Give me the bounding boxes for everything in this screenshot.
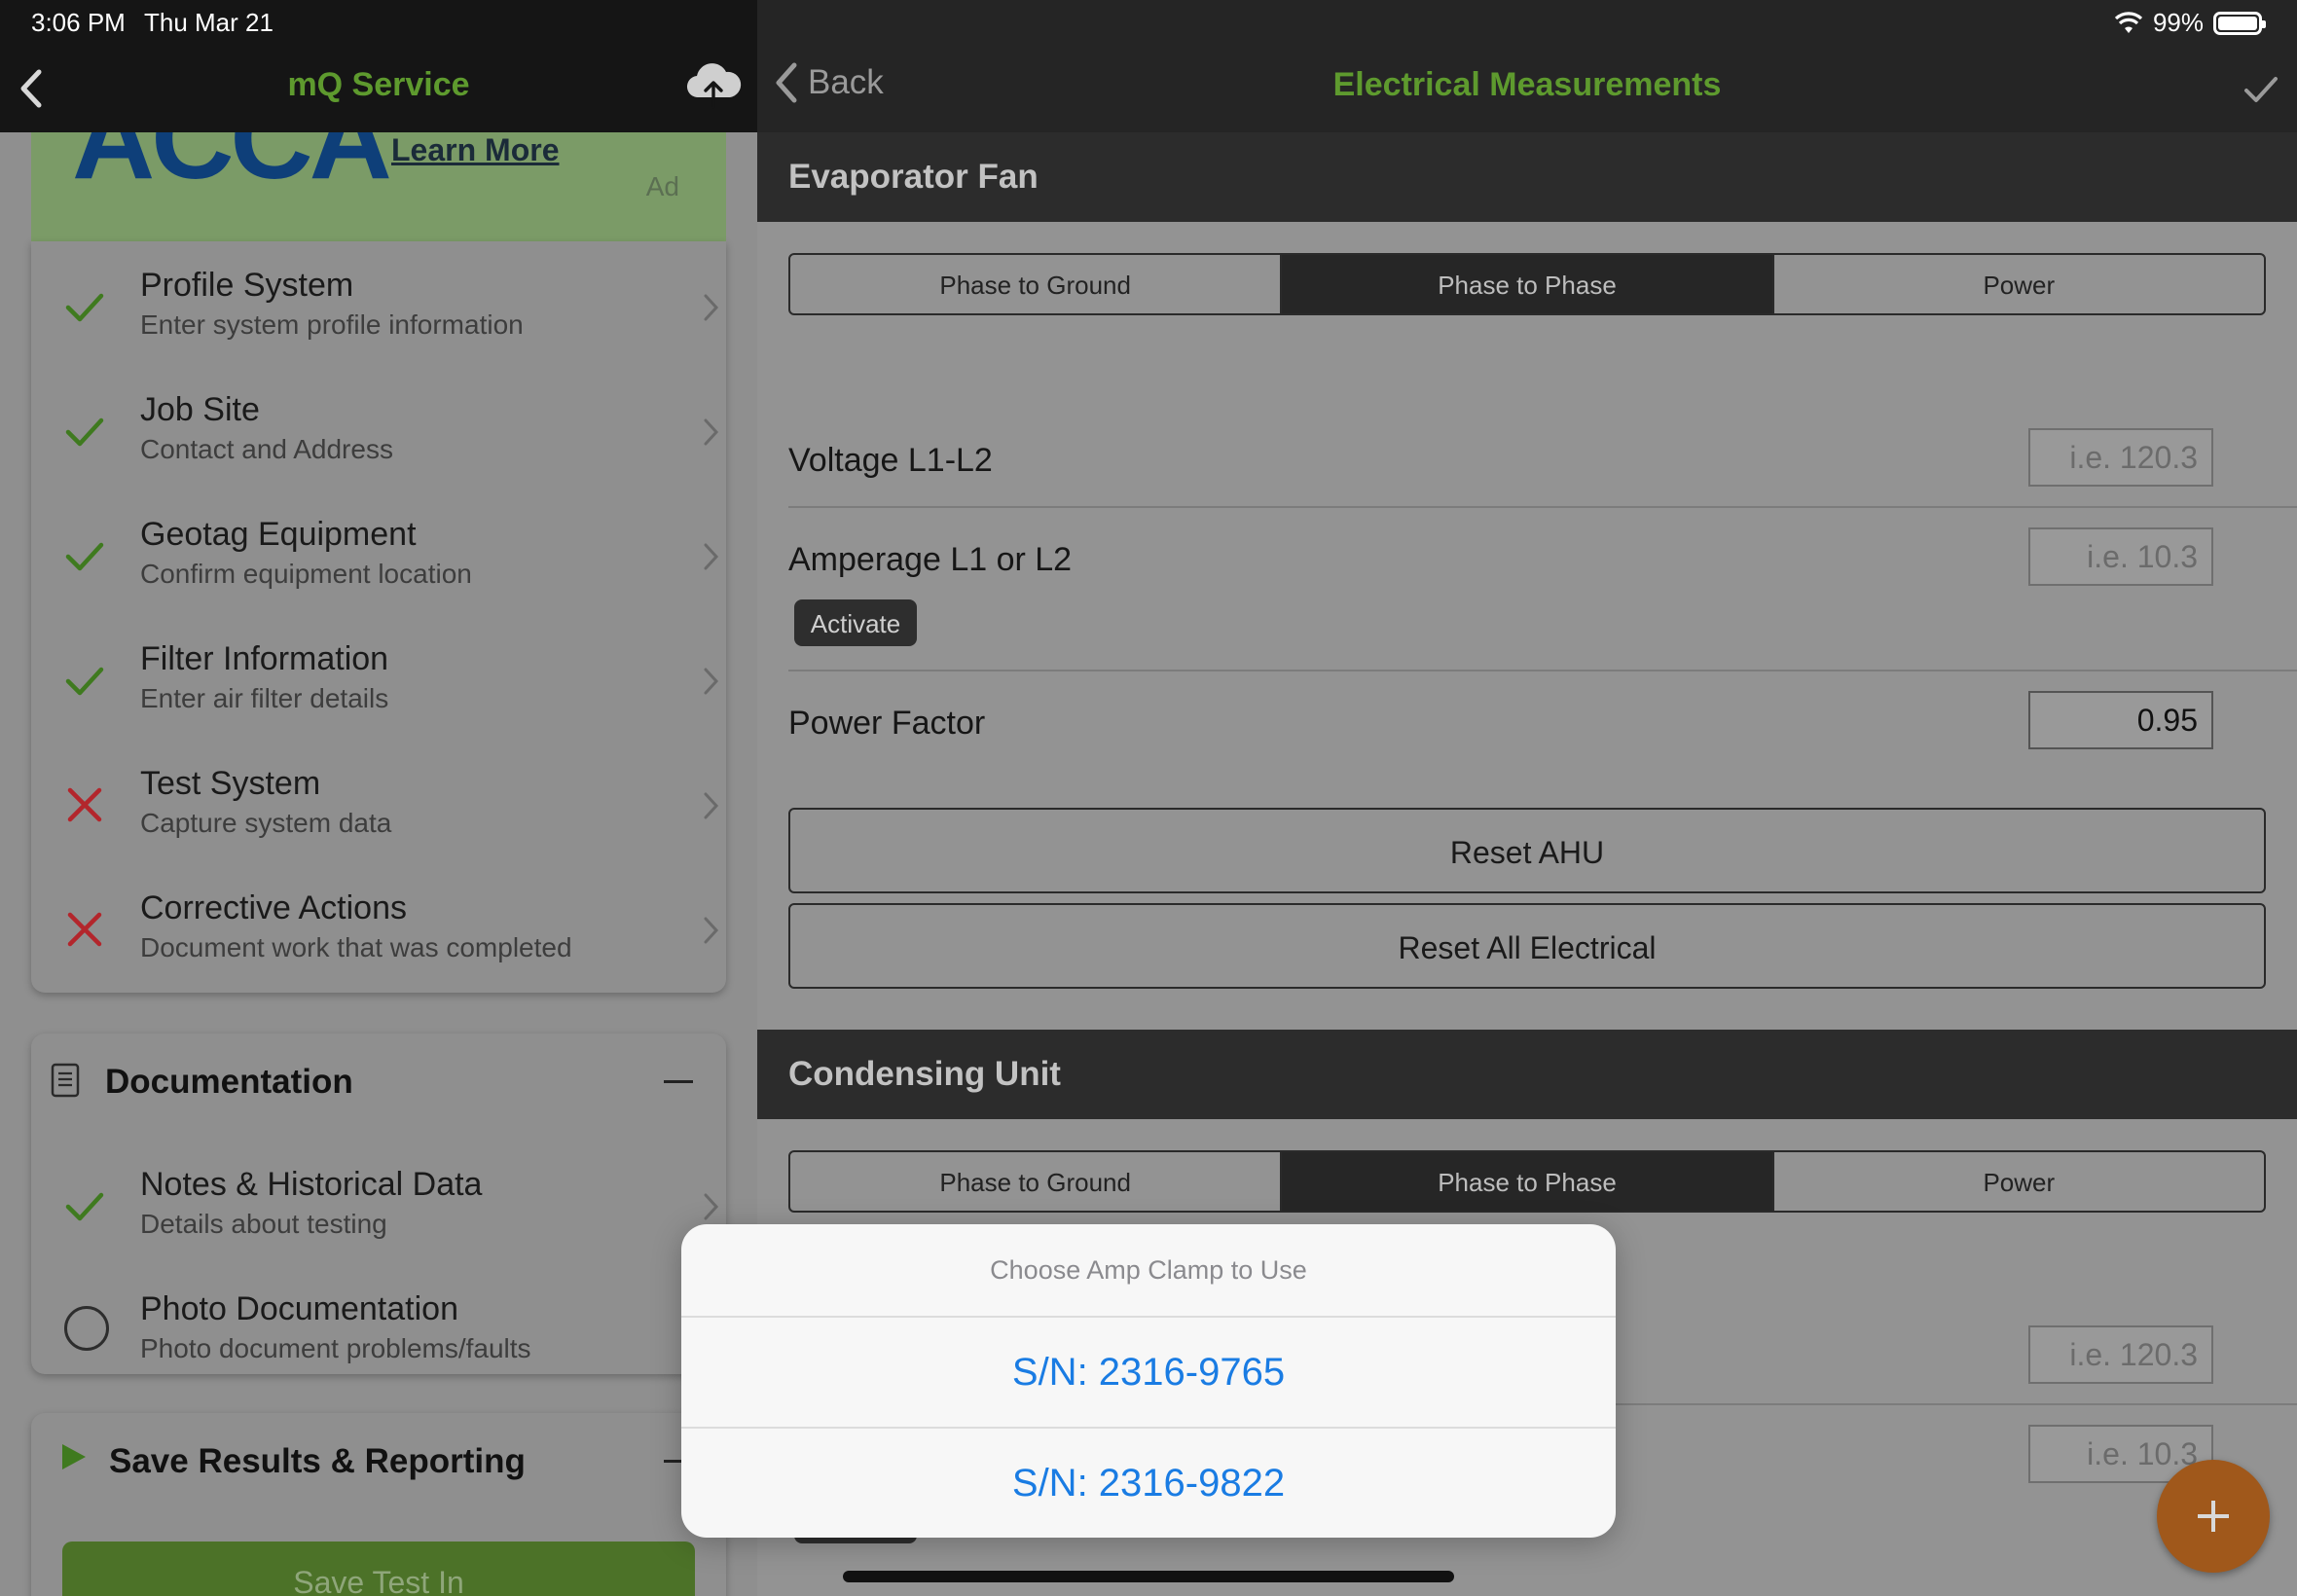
step-title: Profile System <box>140 267 354 304</box>
check-icon <box>65 417 104 447</box>
condensing-unit-header: Condensing Unit <box>757 1030 2297 1119</box>
step-profile-system[interactable]: Profile System Enter system profile info… <box>31 241 726 366</box>
doc-title: Notes & Historical Data <box>140 1166 483 1203</box>
check-icon <box>65 1192 104 1221</box>
collapse-icon[interactable] <box>664 1080 693 1083</box>
cloud-upload-icon[interactable] <box>683 60 744 111</box>
segment-phase-to-ground[interactable]: Phase to Ground <box>790 255 1283 313</box>
reset-ahu-button[interactable]: Reset AHU <box>788 808 2266 893</box>
step-filter-information[interactable]: Filter Information Enter air filter deta… <box>31 615 726 740</box>
doc-title: Photo Documentation <box>140 1290 458 1327</box>
document-icon <box>51 1063 80 1098</box>
ad-logo: ACCA <box>72 132 392 203</box>
step-title: Corrective Actions <box>140 889 407 926</box>
step-test-system[interactable]: Test System Capture system data <box>31 740 726 864</box>
step-subtitle: Contact and Address <box>140 434 393 464</box>
chevron-right-icon <box>704 418 719 446</box>
documentation-header[interactable]: Documentation <box>31 1034 726 1129</box>
step-title: Test System <box>140 765 321 802</box>
amp-clamp-option-2[interactable]: S/N: 2316-9822 <box>681 1429 1616 1538</box>
save-results-header[interactable]: Save Results & Reporting <box>31 1413 726 1508</box>
page-title: Electrical Measurements <box>1332 66 1722 103</box>
power-factor-label: Power Factor <box>788 705 986 742</box>
x-mark-icon <box>67 787 102 822</box>
chevron-right-icon <box>704 294 719 321</box>
step-subtitle: Capture system data <box>140 808 392 838</box>
amp-clamp-action-sheet: Choose Amp Clamp to Use S/N: 2316-9765 S… <box>681 1224 1616 1538</box>
save-results-card: Save Results & Reporting Save Test In <box>31 1413 726 1596</box>
empty-circle-icon <box>64 1306 109 1351</box>
doc-subtitle: Photo document problems/faults <box>140 1333 531 1363</box>
step-subtitle: Enter air filter details <box>140 683 389 713</box>
save-results-title: Save Results & Reporting <box>109 1442 526 1480</box>
power-factor-input[interactable]: 0.95 <box>2028 691 2213 749</box>
divider <box>788 506 2297 508</box>
x-mark-icon <box>67 912 102 947</box>
step-title: Job Site <box>140 391 260 428</box>
doc-subtitle: Details about testing <box>140 1209 387 1239</box>
chevron-right-icon <box>704 792 719 819</box>
chevron-right-icon <box>704 543 719 570</box>
action-sheet-title: Choose Amp Clamp to Use <box>990 1255 1307 1285</box>
play-icon <box>62 1444 86 1469</box>
step-geotag-equipment[interactable]: Geotag Equipment Confirm equipment locat… <box>31 490 726 615</box>
condensing-voltage-input[interactable]: i.e. 120.3 <box>2028 1325 2213 1384</box>
step-job-site[interactable]: Job Site Contact and Address <box>31 366 726 490</box>
learn-more-link[interactable]: Learn More <box>391 132 559 168</box>
step-title: Geotag Equipment <box>140 516 417 553</box>
activate-button[interactable]: Activate <box>794 599 917 646</box>
step-title: Filter Information <box>140 640 389 677</box>
ad-label: Ad <box>645 171 679 201</box>
left-nav-bar: mQ Service <box>0 0 757 132</box>
home-indicator <box>843 1571 1454 1582</box>
divider <box>788 670 2297 671</box>
step-subtitle: Document work that was completed <box>140 932 572 962</box>
check-icon <box>65 667 104 696</box>
voltage-input[interactable]: i.e. 120.3 <box>2028 428 2213 487</box>
amperage-label: Amperage L1 or L2 <box>788 541 1073 578</box>
segment-power[interactable]: Power <box>1774 1152 2264 1211</box>
reset-all-electrical-button[interactable]: Reset All Electrical <box>788 903 2266 989</box>
section-title: Condensing Unit <box>788 1055 1061 1093</box>
segment-phase-to-phase[interactable]: Phase to Phase <box>1282 1152 1774 1211</box>
workflow-steps-card: Profile System Enter system profile info… <box>31 241 726 993</box>
chevron-right-icon <box>704 917 719 944</box>
save-test-button[interactable]: Save Test In <box>62 1542 695 1596</box>
evaporator-fan-header: Evaporator Fan <box>757 132 2297 222</box>
done-check-icon[interactable] <box>2242 74 2279 105</box>
condensing-phase-selector: Phase to Ground Phase to Phase Power <box>788 1150 2266 1213</box>
chevron-right-icon <box>704 668 719 695</box>
segment-phase-to-ground[interactable]: Phase to Ground <box>790 1152 1283 1211</box>
doc-notes-historical[interactable]: Notes & Historical Data Details about te… <box>31 1141 726 1265</box>
step-subtitle: Enter system profile information <box>140 309 524 340</box>
app-title: mQ Service <box>287 66 470 103</box>
left-pane: mQ Service ACCA Learn More Ad Profile Sy… <box>0 0 757 1596</box>
section-title: Evaporator Fan <box>788 158 1039 196</box>
step-corrective-actions[interactable]: Corrective Actions Document work that wa… <box>31 864 726 989</box>
documentation-card: Documentation Notes & Historical Data De… <box>31 1034 726 1374</box>
check-icon <box>65 293 104 322</box>
voltage-label: Voltage L1-L2 <box>788 442 993 479</box>
evaporator-phase-selector: Phase to Ground Phase to Phase Power <box>788 253 2266 315</box>
amperage-input[interactable]: i.e. 10.3 <box>2028 527 2213 586</box>
doc-photo-documentation[interactable]: Photo Documentation Photo document probl… <box>31 1265 726 1390</box>
ad-banner[interactable]: ACCA Learn More Ad <box>31 132 726 241</box>
step-subtitle: Confirm equipment location <box>140 559 472 589</box>
segment-power[interactable]: Power <box>1774 255 2264 313</box>
documentation-title: Documentation <box>105 1063 353 1101</box>
check-icon <box>65 542 104 571</box>
right-nav-bar: Back Electrical Measurements <box>757 0 2297 132</box>
chevron-right-icon <box>704 1193 719 1220</box>
add-fab-button[interactable] <box>2157 1460 2270 1573</box>
segment-phase-to-phase[interactable]: Phase to Phase <box>1282 255 1774 313</box>
amp-clamp-option-1[interactable]: S/N: 2316-9765 <box>681 1318 1616 1427</box>
